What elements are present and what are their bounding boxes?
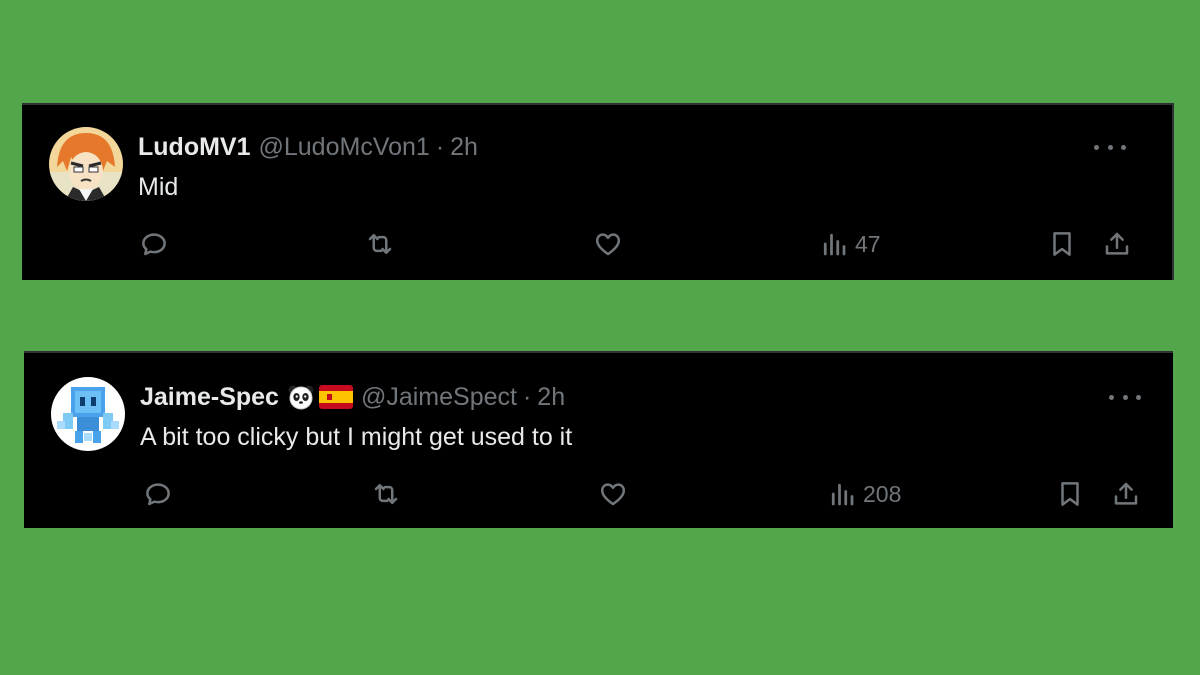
display-name[interactable]: Jaime-Spec: [140, 381, 279, 413]
tweet-header: LudoMV1 @LudoMcVon1 · 2h: [138, 131, 478, 163]
timestamp[interactable]: 2h: [450, 131, 478, 163]
user-handle[interactable]: @JaimeSpect: [361, 381, 517, 413]
anime-avatar-icon: [49, 127, 123, 201]
tweet-header: Jaime-Spec @JaimeSpect · 2h: [140, 381, 565, 413]
like-icon[interactable]: [598, 479, 628, 509]
panda-emoji-icon: [288, 385, 314, 410]
views-counter[interactable]: 47: [819, 229, 881, 259]
display-name[interactable]: LudoMV1: [138, 131, 251, 163]
tweet-text: Mid: [138, 173, 179, 201]
views-counter[interactable]: 208: [827, 479, 901, 509]
share-icon[interactable]: [1102, 229, 1132, 259]
more-options-icon[interactable]: [1109, 385, 1141, 409]
view-count: 47: [855, 230, 881, 257]
tweet-card[interactable]: Jaime-Spec @JaimeSpect · 2h A bit too cl…: [24, 351, 1173, 528]
bookmark-icon[interactable]: [1055, 479, 1085, 509]
pixel-robot-avatar-icon: [51, 377, 125, 451]
separator: ·: [522, 383, 532, 411]
view-count: 208: [863, 480, 902, 507]
reply-icon[interactable]: [143, 479, 173, 509]
avatar[interactable]: [49, 127, 123, 201]
timestamp[interactable]: 2h: [537, 381, 565, 413]
like-icon[interactable]: [593, 229, 623, 259]
tweet-card[interactable]: LudoMV1 @LudoMcVon1 · 2h Mid 47: [22, 103, 1174, 280]
bookmark-icon[interactable]: [1047, 229, 1077, 259]
tweet-text: A bit too clicky but I might get used to…: [140, 423, 573, 451]
views-icon: [831, 483, 854, 506]
retweet-icon[interactable]: [371, 479, 401, 509]
share-icon[interactable]: [1111, 479, 1141, 509]
user-handle[interactable]: @LudoMcVon1: [259, 131, 430, 163]
separator: ·: [435, 133, 445, 161]
more-options-icon[interactable]: [1094, 135, 1126, 159]
retweet-icon[interactable]: [365, 229, 395, 259]
reply-icon[interactable]: [139, 229, 169, 259]
spain-flag-icon: [318, 385, 353, 409]
avatar[interactable]: [51, 377, 125, 451]
views-icon: [823, 233, 846, 256]
